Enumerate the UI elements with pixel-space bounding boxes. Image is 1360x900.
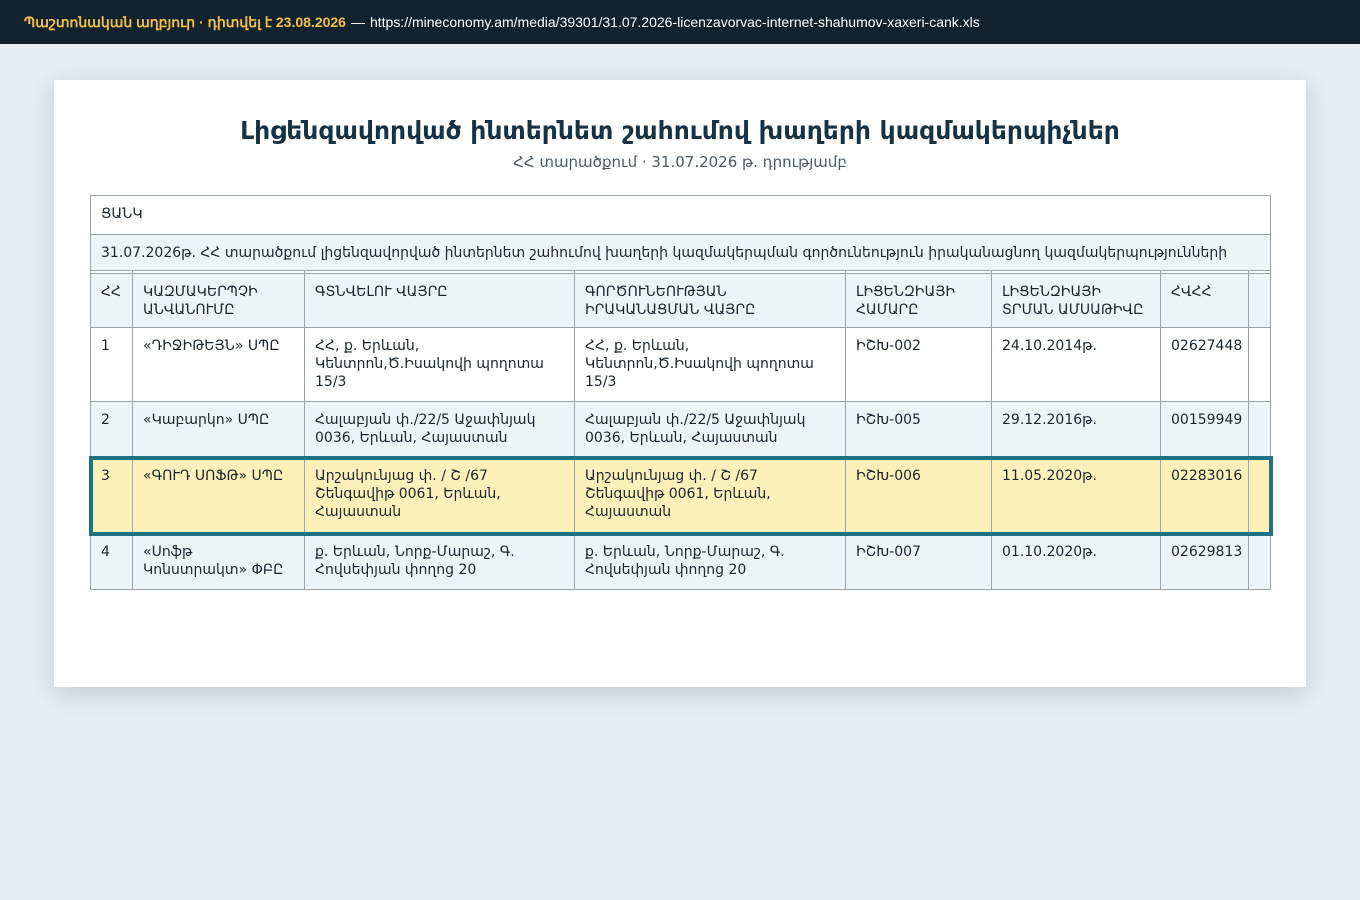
cell-activity-location: Արշակունյաց փ. / Շ /67 Շենգավիթ 0061, Եր… (574, 457, 846, 534)
cell-license-date: 11.05.2020թ. (991, 457, 1161, 534)
cell-location: Հալաբյան փ./22/5 Աջափնյակ 0036, Երևան, Հ… (304, 401, 575, 458)
cell-activity-location: ՀՀ, ք. Երևան, Կենտրոն,Ծ.Իսակովի պողոտա 1… (574, 327, 846, 402)
cell-license-date: 29.12.2016թ. (991, 401, 1161, 458)
document-subtitle: ՀՀ տարածքում · 31.07.2026 թ. դրությամբ (513, 153, 847, 171)
table-description: 31.07.2026թ. ՀՀ տարածքում լիցենզավորված … (89, 234, 1272, 271)
header-cell-license-date: ԼԻՑԵՆԶԻԱՅԻ ՏՐՄԱՆ ԱՄՍԱԹԻՎԸ (991, 273, 1161, 328)
cell-activity-location: ք. Երևան, Նորք-Մարաշ, Գ. Հովսեփյան փողոց… (574, 533, 846, 590)
cell-number: 3 (90, 457, 133, 534)
header-cell-license-number: ԼԻՑԵՆԶԻԱՅԻ ՀԱՄԱՐԸ (845, 273, 992, 328)
cell-organizer-name: «Սոֆթ Կոնստրակտ» ՓԲԸ (132, 533, 305, 590)
cell-activity-location: Հալաբյան փ./22/5 Աջափնյակ 0036, Երևան, Հ… (574, 401, 846, 458)
cell-license-date: 01.10.2020թ. (991, 533, 1161, 590)
header-cell-organizer-name: ԿԱԶՄԱԿԵՐՊՉԻ ԱՆՎԱՆՈՒՄԸ (132, 273, 305, 328)
table-row-highlighted: 3 «ԳՈՒԴ ՍՈՖԹ» ՍՊԸ Արշակունյաց փ. / Շ /67… (90, 457, 1272, 534)
source-separator: — (350, 14, 365, 30)
cell-license-number: ԻՇԽ-007 (845, 533, 992, 590)
source-url[interactable]: https://mineconomy.am/media/39301/31.07.… (370, 14, 980, 30)
header-cell-location: ԳՏՆՎԵԼՈՒ ՎԱՅՐԸ (304, 273, 575, 328)
cell-license-number: ԻՇԽ-006 (845, 457, 992, 534)
cell-tax-id: 02283016 (1160, 457, 1249, 534)
header-cell-activity-location: ԳՈՐԾՈՒՆԵՈՒԹՅԱՆ ԻՐԱԿԱՆԱՑՄԱՆ ՎԱՅՐԸ (574, 273, 846, 328)
source-bar: Պաշտոնական աղբյուր · դիտվել է 23.08.2026… (0, 0, 1360, 44)
cell-tax-id: 02629813 (1160, 533, 1249, 590)
header-cell-number: ՀՀ (90, 273, 133, 328)
cell-number: 2 (90, 401, 133, 458)
table-row: 2 «Կաբարկո» ՍՊԸ Հալաբյան փ./22/5 Աջափնյա… (90, 401, 1272, 458)
cell-organizer-name: «ԳՈՒԴ ՍՈՖԹ» ՍՊԸ (132, 457, 305, 534)
cell-number: 4 (90, 533, 133, 590)
cell-empty (1247, 533, 1272, 590)
cell-license-number: ԻՇԽ-002 (845, 327, 992, 402)
table-row: 4 «Սոֆթ Կոնստրակտ» ՓԲԸ ք. Երևան, Նորք-Մա… (90, 533, 1272, 590)
cell-organizer-name: «Կաբարկո» ՍՊԸ (132, 401, 305, 458)
source-label: Պաշտոնական աղբյուր · դիտվել է 23.08.2026 (24, 13, 346, 30)
cell-location: Արշակունյաց փ. / Շ /67 Շենգավիթ 0061, Եր… (304, 457, 575, 534)
cell-location: ք. Երևան, Նորք-Մարաշ, Գ. Հովսեփյան փողոց… (304, 533, 575, 590)
cell-number: 1 (90, 327, 133, 402)
licensees-table: ՑԱՆԿ 31.07.2026թ. ՀՀ տարածքում լիցենզավո… (89, 195, 1272, 590)
cell-empty (1247, 327, 1272, 402)
header-cell-tax-id: ՀՎՀՀ (1160, 273, 1249, 328)
table-description-row: 31.07.2026թ. ՀՀ տարածքում լիցենզավորված … (89, 234, 1272, 271)
cell-tax-id: 00159949 (1160, 401, 1249, 458)
header-cell-empty (1247, 273, 1272, 328)
cell-empty (1247, 457, 1272, 534)
cell-location: ՀՀ, ք. Երևան, Կենտրոն,Ծ.Իսակովի պողոտա 1… (304, 327, 575, 402)
table-row: 1 «ԴԻՋԻԹԵՅՆ» ՍՊԸ ՀՀ, ք. Երևան, Կենտրոն,Ծ… (90, 327, 1272, 402)
cell-organizer-name: «ԴԻՋԻԹԵՅՆ» ՍՊԸ (132, 327, 305, 402)
cell-empty (1247, 401, 1272, 458)
document-title: Լիցենզավորված ինտերնետ շահումով խաղերի կ… (240, 116, 1120, 145)
cell-tax-id: 02627448 (1160, 327, 1249, 402)
table-caption-row: ՑԱՆԿ (89, 195, 1272, 235)
cell-license-date: 24.10.2014թ. (991, 327, 1161, 402)
table-caption: ՑԱՆԿ (89, 195, 1272, 235)
document-card: Լիցենզավորված ինտերնետ շահումով խաղերի կ… (54, 80, 1306, 687)
cell-license-number: ԻՇԽ-005 (845, 401, 992, 458)
table-header-row: ՀՀ ԿԱԶՄԱԿԵՐՊՉԻ ԱՆՎԱՆՈՒՄԸ ԳՏՆՎԵԼՈՒ ՎԱՅՐԸ … (90, 273, 1272, 328)
